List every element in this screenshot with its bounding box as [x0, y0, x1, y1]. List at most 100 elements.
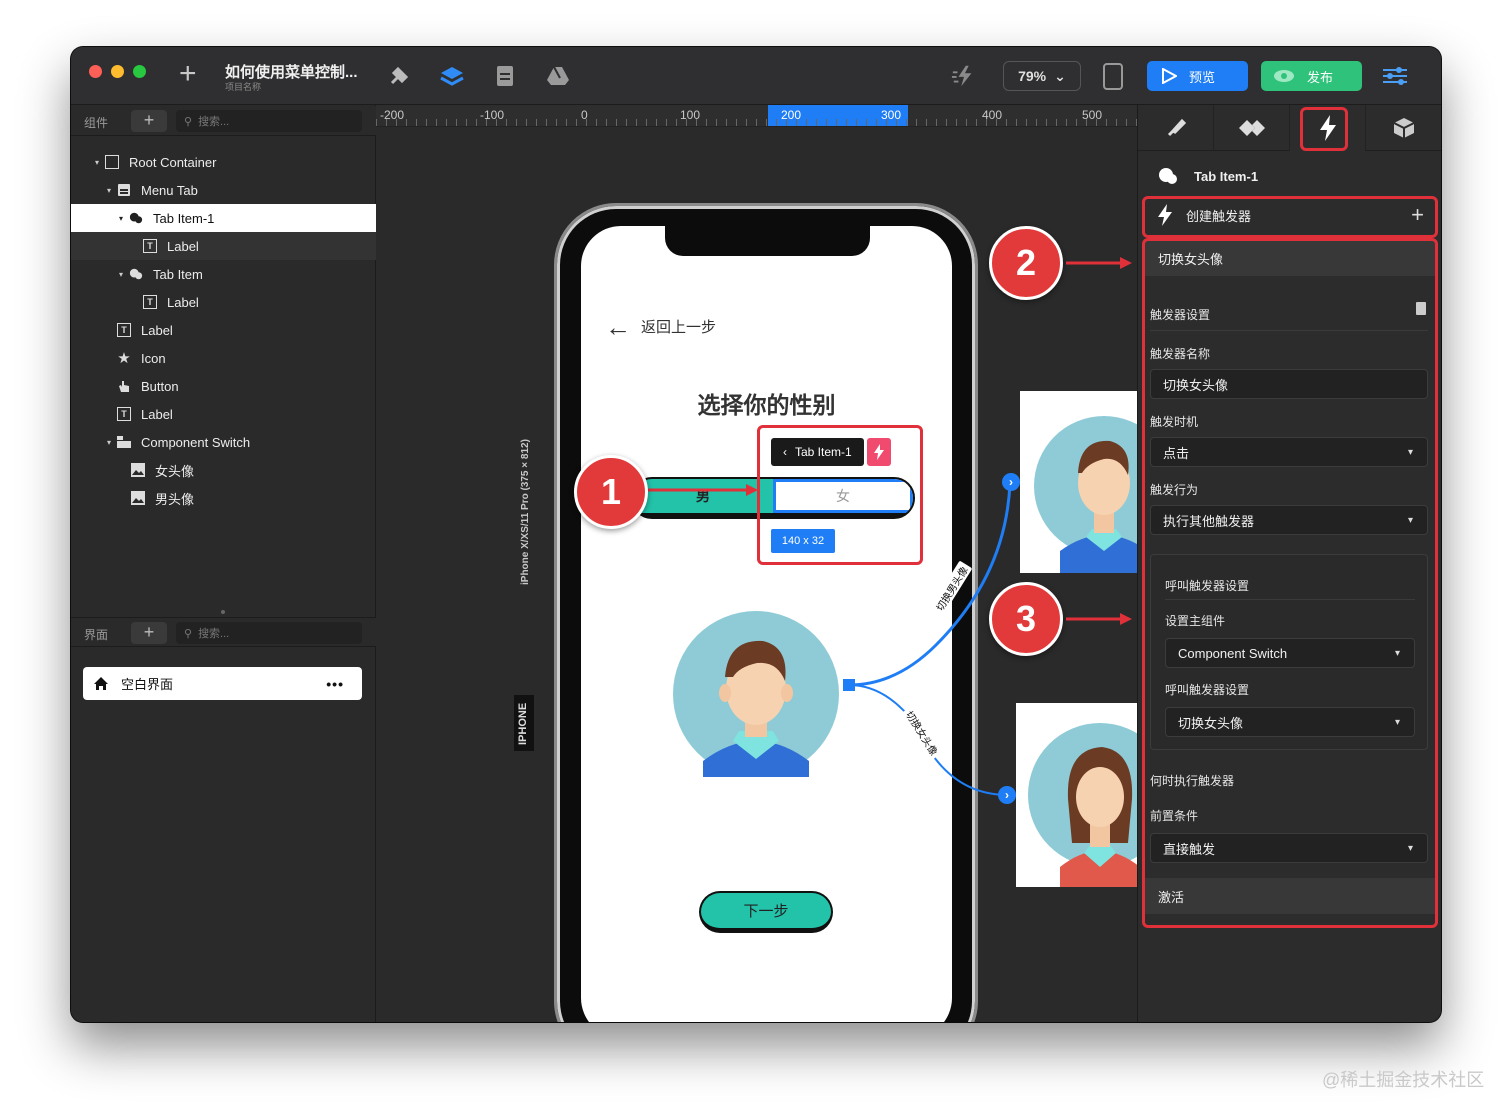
- annotation-highlight-create: [1142, 196, 1438, 238]
- selected-component-name: Tab Item-1: [1194, 168, 1259, 184]
- tree-node-label: Tab Item: [153, 266, 203, 282]
- add-component-button[interactable]: +: [131, 110, 167, 132]
- tree-node-label: Label: [167, 294, 199, 310]
- tab-interaction[interactable]: [1214, 105, 1290, 151]
- tree-node-label: 男头像: [155, 491, 195, 507]
- minimize-window-button[interactable]: [111, 65, 124, 78]
- tree-node-female-avatar[interactable]: 女头像: [71, 456, 376, 484]
- annotation-highlight-trigger-tab: [1300, 107, 1348, 151]
- selected-component: Tab Item-1: [1158, 167, 1258, 185]
- tree-node-label: 女头像: [155, 463, 195, 479]
- title-bar: + 如何使用菜单控制... 项目名称 79% ⌄ 预览 发布: [71, 47, 1441, 105]
- tab-item-icon: [129, 211, 143, 225]
- preview-button[interactable]: 预览: [1147, 61, 1248, 91]
- caret-down-icon[interactable]: ▾: [107, 438, 117, 447]
- image-icon: [131, 463, 145, 477]
- home-icon: [94, 677, 108, 690]
- hand-icon: [117, 379, 131, 393]
- publish-button[interactable]: 发布: [1261, 61, 1362, 91]
- pages-search-placeholder: 搜索...: [198, 628, 230, 640]
- chevron-down-icon: ⌄: [1054, 67, 1066, 84]
- annotation-arrows: [1066, 257, 1132, 625]
- tree-node-label: Tab Item-1: [153, 210, 215, 226]
- menu-tab-icon: [117, 183, 131, 197]
- tree-node-tab-item-1[interactable]: ▾ Tab Item-1: [71, 204, 376, 232]
- tree-node-root-container[interactable]: ▾ Root Container: [71, 148, 376, 176]
- text-icon: T: [117, 323, 131, 337]
- tree-node-label: Menu Tab: [141, 182, 198, 198]
- more-icon[interactable]: •••: [326, 676, 344, 692]
- caret-down-icon[interactable]: ▾: [95, 158, 105, 167]
- tree-node-tab-item[interactable]: ▾ Tab Item: [71, 260, 376, 288]
- components-panel-label: 组件: [84, 116, 109, 130]
- add-icon[interactable]: +: [179, 59, 197, 89]
- drive-icon[interactable]: [545, 63, 571, 89]
- eye-icon: [1274, 70, 1294, 82]
- inspector-panel: Tab Item-1 创建触发器 + 切换女头像 触发器设置 触发器名称 切换女…: [1137, 105, 1441, 1022]
- device-icon[interactable]: [1103, 63, 1123, 90]
- tree-node-label: Button: [141, 378, 179, 394]
- layers-icon[interactable]: [439, 63, 465, 89]
- star-icon: ★: [117, 350, 131, 367]
- tree-node-label[interactable]: T Label: [71, 400, 376, 428]
- page-item[interactable]: 空白界面 •••: [83, 667, 362, 700]
- tree-node-label[interactable]: T Label: [71, 288, 376, 316]
- close-window-button[interactable]: [89, 65, 102, 78]
- panel-resize-handle[interactable]: [221, 610, 225, 614]
- tree-node-menu-tab[interactable]: ▾ Menu Tab: [71, 176, 376, 204]
- tab-item-icon: [129, 267, 143, 281]
- text-icon: T: [143, 239, 157, 253]
- flash-auto-icon[interactable]: [951, 63, 977, 89]
- tree-node-label[interactable]: T Label: [71, 316, 376, 344]
- hammer-icon[interactable]: [386, 63, 412, 89]
- pages-search-input[interactable]: ⚲ 搜索...: [176, 622, 362, 644]
- tab-triggers[interactable]: [1290, 105, 1366, 151]
- text-icon: T: [143, 295, 157, 309]
- app-window: + 如何使用菜单控制... 项目名称 79% ⌄ 预览 发布 组件 + ⚲ 搜索…: [71, 47, 1441, 1022]
- square-icon: [105, 155, 119, 169]
- annotation-highlight-trigger-panel: [1142, 238, 1438, 928]
- tree-node-label[interactable]: T Label: [71, 232, 376, 260]
- tree-node-component-switch[interactable]: ▾ Component Switch: [71, 428, 376, 456]
- tree-node-icon[interactable]: ★ Icon: [71, 344, 376, 372]
- left-panel: 组件 + ⚲ 搜索... ▾ Root Container ▾ Menu Tab: [71, 105, 376, 1022]
- components-search-placeholder: 搜索...: [198, 116, 230, 128]
- watermark: @稀土掘金技术社区: [1322, 1070, 1485, 1090]
- document-icon[interactable]: [492, 63, 518, 89]
- cube-icon: [1393, 118, 1414, 138]
- zoom-value: 79%: [1018, 68, 1047, 84]
- page-name: 空白界面: [121, 677, 174, 692]
- tab-components[interactable]: [1366, 105, 1441, 151]
- play-icon: [1162, 68, 1177, 84]
- tree-node-button[interactable]: Button: [71, 372, 376, 400]
- sliders-icon[interactable]: [1381, 65, 1409, 92]
- pages-panel-header: 界面 + ⚲ 搜索...: [71, 617, 376, 647]
- tree-node-male-avatar[interactable]: 男头像: [71, 484, 376, 512]
- tree-node-label: Root Container: [129, 154, 217, 170]
- trigger-editor: 切换女头像 触发器设置 触发器名称 切换女头像 触发时机 点击 ▾ 触发行为 执行…: [1142, 238, 1438, 928]
- tab-item-icon: [1159, 168, 1177, 184]
- design-canvas[interactable]: -200 -100 0 100 200 300 400 500 iPhone X…: [376, 105, 1140, 1022]
- project-subtitle: 项目名称: [225, 82, 262, 92]
- publish-label: 发布: [1307, 69, 1334, 85]
- components-panel-header: 组件 + ⚲ 搜索...: [71, 106, 376, 136]
- caret-down-icon[interactable]: ▾: [107, 186, 117, 195]
- project-title[interactable]: 如何使用菜单控制...: [225, 61, 358, 82]
- components-search-input[interactable]: ⚲ 搜索...: [176, 110, 362, 132]
- tab-style[interactable]: [1138, 105, 1214, 151]
- caret-down-icon[interactable]: ▾: [119, 270, 129, 279]
- image-icon: [131, 491, 145, 505]
- tree-node-label: Icon: [141, 350, 166, 366]
- tree-node-label: Component Switch: [141, 434, 251, 450]
- zoom-select[interactable]: 79% ⌄: [1003, 61, 1081, 91]
- text-icon: T: [117, 407, 131, 421]
- tree-node-label: Label: [141, 406, 173, 422]
- preview-label: 预览: [1189, 69, 1216, 85]
- maximize-window-button[interactable]: [133, 65, 146, 78]
- component-switch-icon: [117, 435, 131, 449]
- caret-down-icon[interactable]: ▾: [119, 214, 129, 223]
- component-tree: ▾ Root Container ▾ Menu Tab ▾ Tab Item-1…: [71, 148, 376, 512]
- brush-icon: [1167, 118, 1186, 137]
- tree-node-label: Label: [167, 238, 199, 254]
- add-page-button[interactable]: +: [131, 622, 167, 644]
